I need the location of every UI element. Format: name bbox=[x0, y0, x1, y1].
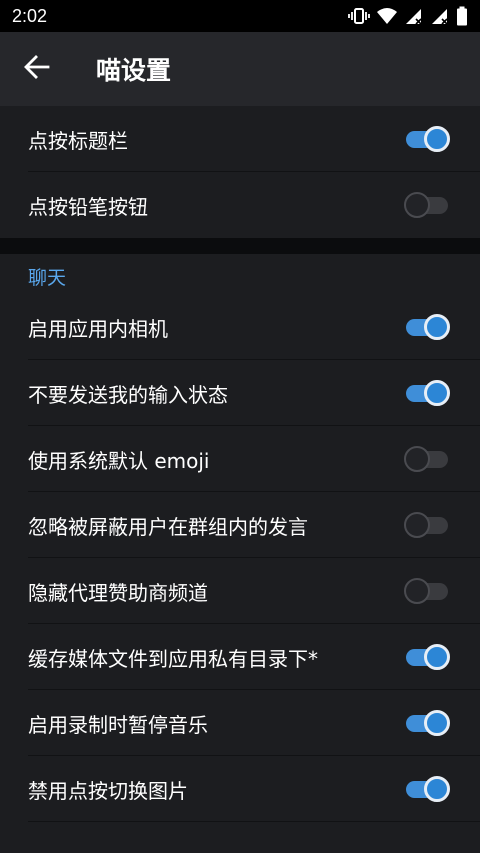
setting-label: 点按铅笔按钮 bbox=[28, 194, 148, 219]
vibrate-icon bbox=[348, 7, 370, 25]
setting-label: 忽略被屏蔽用户在群组内的发言 bbox=[28, 514, 308, 539]
status-bar: 2:02 bbox=[0, 0, 480, 32]
setting-row-in-app-camera[interactable]: 启用应用内相机 bbox=[0, 294, 480, 360]
setting-row-ignore-blocked-users[interactable]: 忽略被屏蔽用户在群组内的发言 bbox=[0, 492, 480, 558]
toggle-switch[interactable] bbox=[404, 445, 450, 473]
toggle-switch[interactable] bbox=[404, 511, 450, 539]
back-button[interactable] bbox=[0, 32, 74, 106]
setting-label: 使用系统默认 emoji bbox=[28, 448, 210, 473]
status-time: 2:02 bbox=[12, 5, 48, 26]
status-icons bbox=[348, 6, 468, 26]
signal-roaming-icon bbox=[404, 7, 424, 25]
setting-row-system-emoji[interactable]: 使用系统默认 emoji bbox=[0, 426, 480, 492]
setting-label: 不要发送我的输入状态 bbox=[28, 382, 228, 407]
setting-label: 缓存媒体文件到应用私有目录下* bbox=[28, 646, 318, 671]
toggle-switch[interactable] bbox=[404, 709, 450, 737]
section-header-chat: 聊天 bbox=[0, 254, 480, 294]
setting-label: 点按标题栏 bbox=[28, 128, 128, 153]
toggle-switch[interactable] bbox=[404, 379, 450, 407]
toggle-switch[interactable] bbox=[404, 125, 450, 153]
section-title: 聊天 bbox=[28, 267, 67, 289]
setting-label: 禁用点按切换图片 bbox=[28, 778, 188, 803]
setting-row-disable-tap-switch-image[interactable]: 禁用点按切换图片 bbox=[0, 756, 480, 822]
setting-row-hide-proxy-sponsor[interactable]: 隐藏代理赞助商频道 bbox=[0, 558, 480, 624]
signal-icon bbox=[430, 7, 450, 25]
toggle-switch[interactable] bbox=[404, 313, 450, 341]
setting-row-tap-title-bar[interactable]: 点按标题栏 bbox=[0, 106, 480, 172]
setting-label: 启用应用内相机 bbox=[28, 316, 168, 341]
toggle-switch[interactable] bbox=[404, 191, 450, 219]
setting-label: 启用录制时暂停音乐 bbox=[28, 712, 208, 737]
wifi-icon bbox=[376, 7, 398, 25]
setting-row-hide-typing-status[interactable]: 不要发送我的输入状态 bbox=[0, 360, 480, 426]
settings-list: 点按标题栏 点按铅笔按钮 聊天 启用应用内相机 不要发送我的输入状态 使用系统默… bbox=[0, 106, 480, 822]
section-divider bbox=[0, 238, 480, 254]
toggle-switch[interactable] bbox=[404, 643, 450, 671]
setting-label: 隐藏代理赞助商频道 bbox=[28, 580, 208, 605]
toggle-switch[interactable] bbox=[404, 577, 450, 605]
battery-icon bbox=[456, 6, 468, 26]
setting-row-tap-pencil-button[interactable]: 点按铅笔按钮 bbox=[0, 172, 480, 238]
setting-row-pause-music-recording[interactable]: 启用录制时暂停音乐 bbox=[0, 690, 480, 756]
page-title: 喵设置 bbox=[96, 56, 172, 85]
setting-row-cache-media-private[interactable]: 缓存媒体文件到应用私有目录下* bbox=[0, 624, 480, 690]
toolbar: 喵设置 bbox=[0, 32, 480, 106]
arrow-left-icon bbox=[24, 54, 50, 84]
toggle-switch[interactable] bbox=[404, 775, 450, 803]
